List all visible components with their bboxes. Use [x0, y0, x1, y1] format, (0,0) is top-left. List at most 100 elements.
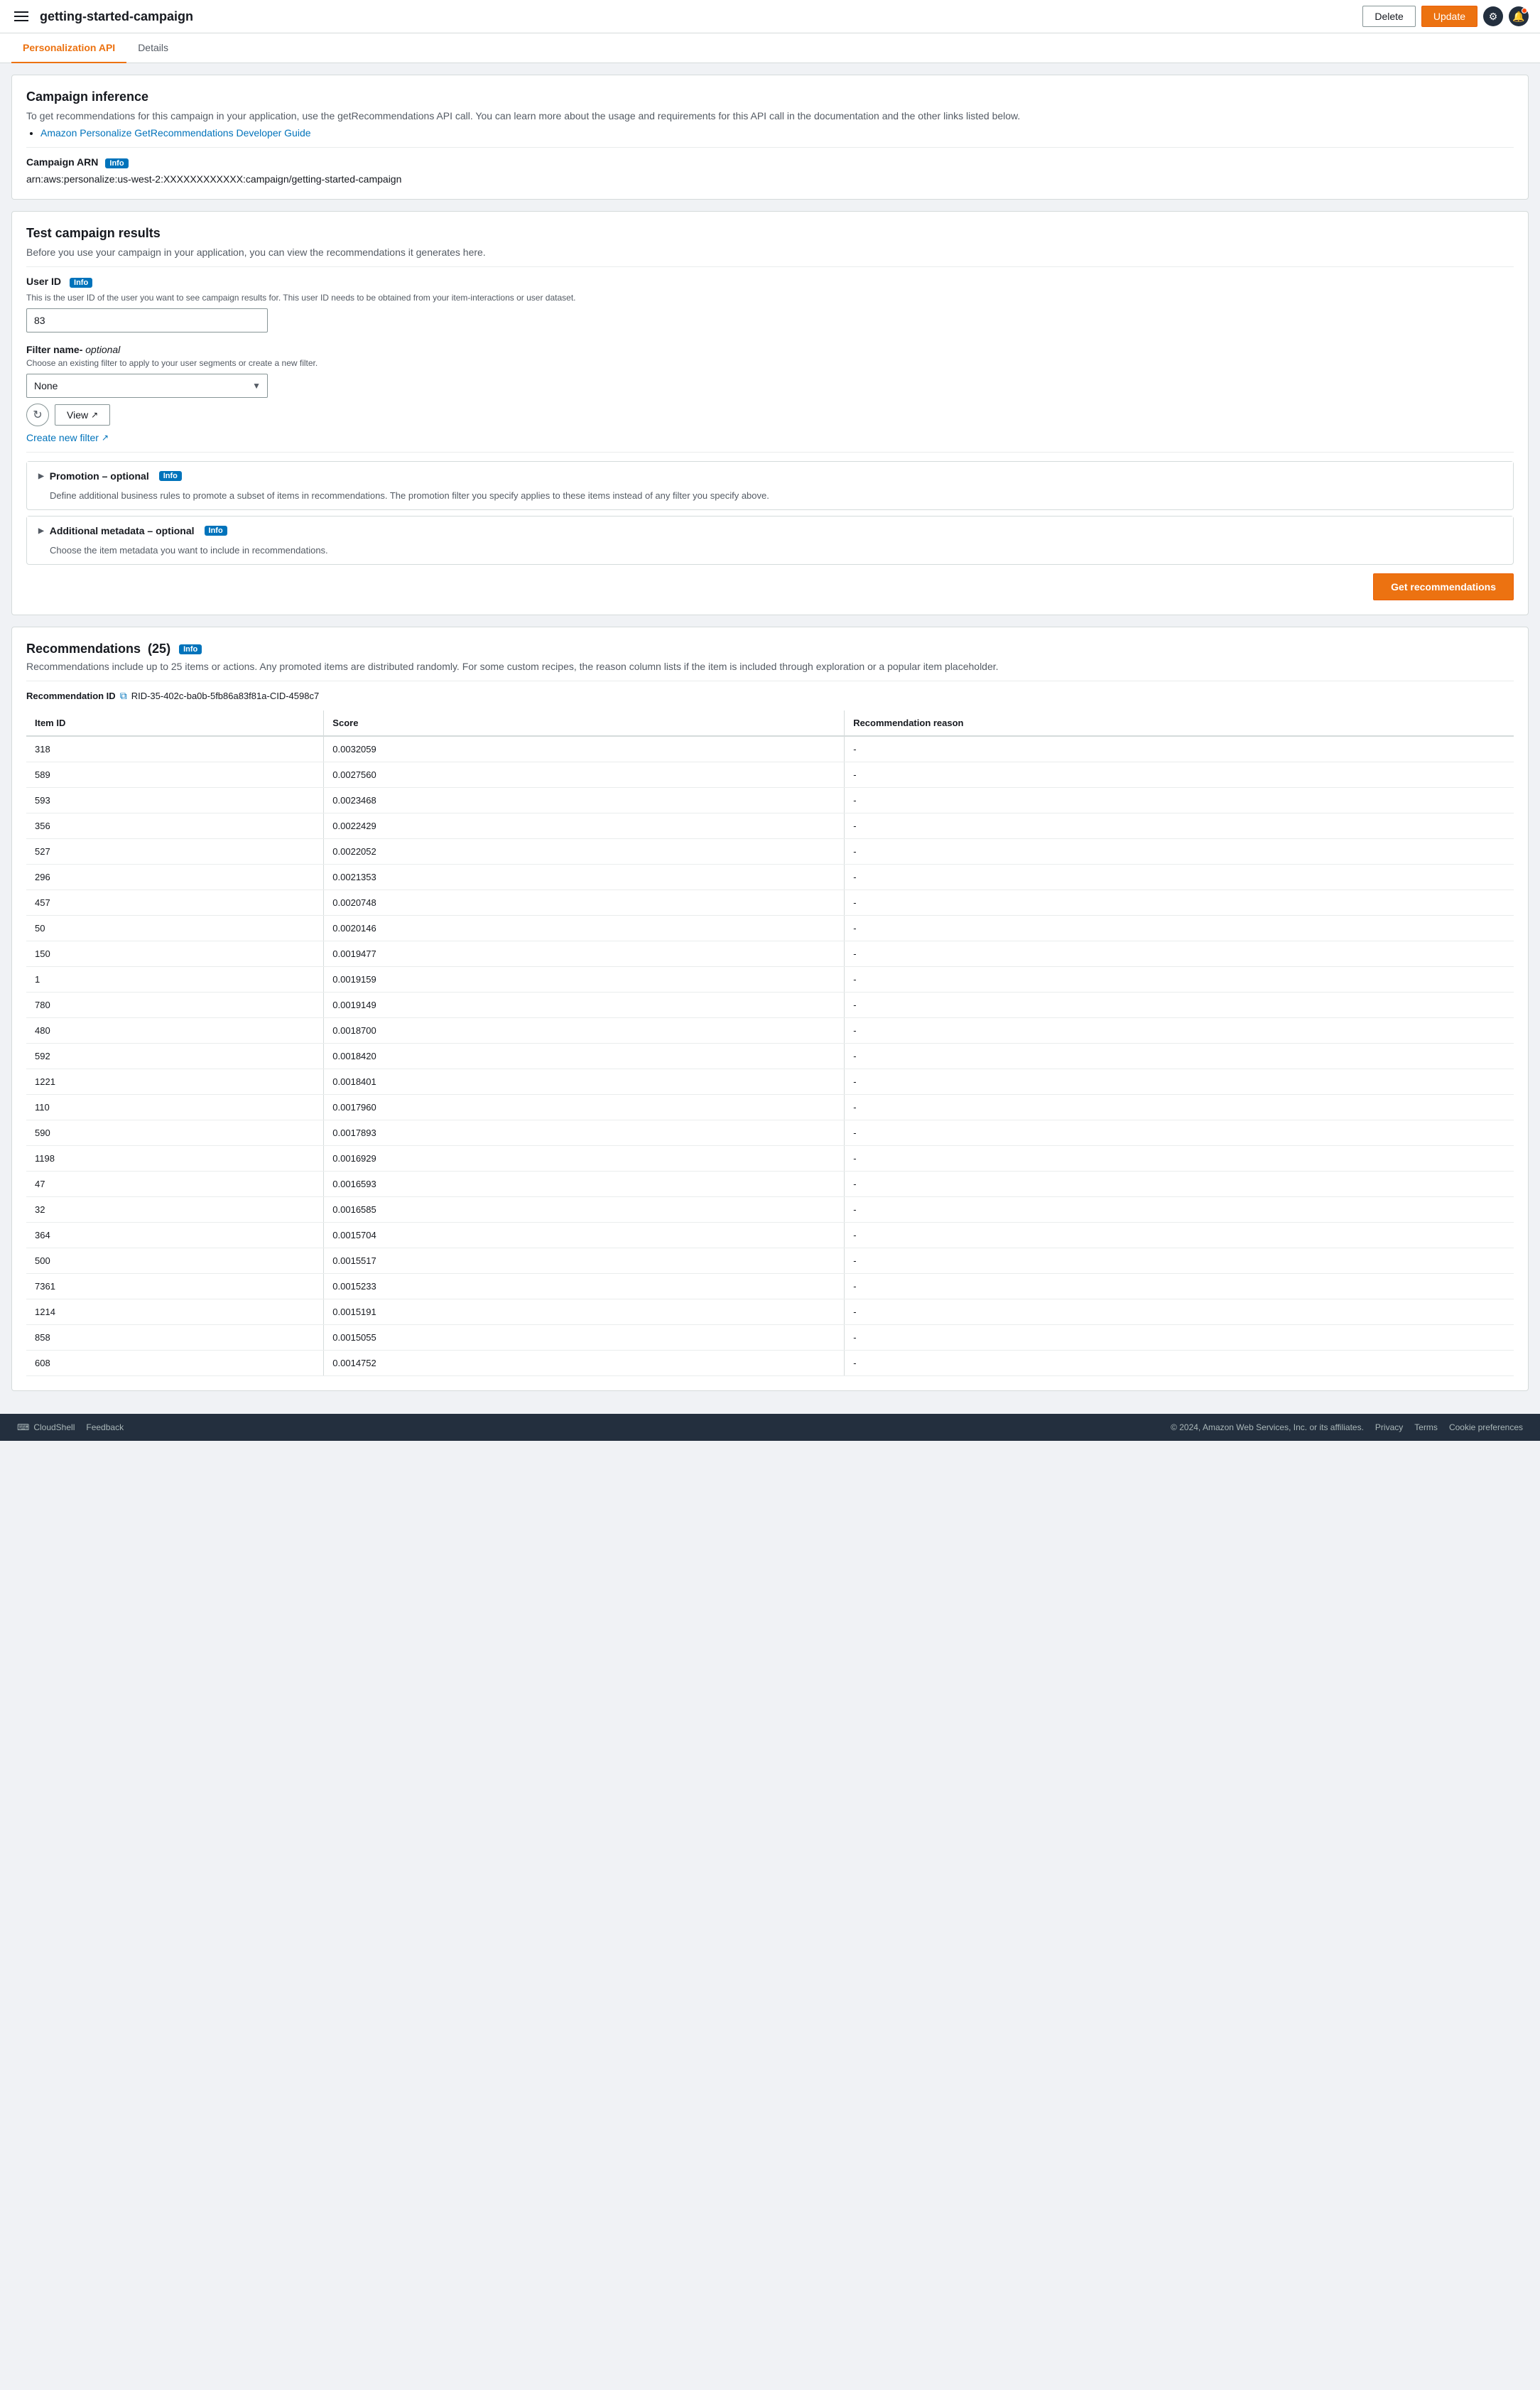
- filter-select[interactable]: None: [26, 374, 268, 398]
- table-row: 32 0.0016585 -: [26, 1197, 1514, 1223]
- table-row: 592 0.0018420 -: [26, 1044, 1514, 1069]
- user-id-label: User ID: [26, 276, 61, 287]
- arn-label: Campaign ARN: [26, 156, 98, 168]
- cell-item-id: 1214: [26, 1299, 324, 1325]
- promotion-expandable: ▶ Promotion – optional Info Define addit…: [26, 461, 1514, 510]
- cell-item-id: 1198: [26, 1146, 324, 1172]
- notification-icon[interactable]: 🔔: [1509, 6, 1529, 26]
- get-recommendations-button[interactable]: Get recommendations: [1373, 573, 1514, 600]
- cell-reason: -: [845, 1069, 1514, 1095]
- cell-item-id: 858: [26, 1325, 324, 1351]
- tab-personalization-api[interactable]: Personalization API: [11, 33, 126, 63]
- cell-item-id: 356: [26, 813, 324, 839]
- cell-reason: -: [845, 1274, 1514, 1299]
- user-id-input[interactable]: [26, 308, 268, 332]
- cell-item-id: 608: [26, 1351, 324, 1376]
- table-row: 110 0.0017960 -: [26, 1095, 1514, 1120]
- table-row: 1221 0.0018401 -: [26, 1069, 1514, 1095]
- cell-score: 0.0015704: [324, 1223, 845, 1248]
- cell-score: 0.0019149: [324, 993, 845, 1018]
- menu-icon[interactable]: [11, 9, 31, 24]
- copy-icon[interactable]: ⧉: [120, 690, 127, 702]
- external-link-icon-2: ↗: [102, 433, 109, 443]
- table-row: 589 0.0027560 -: [26, 762, 1514, 788]
- terms-link[interactable]: Terms: [1414, 1422, 1438, 1432]
- cell-score: 0.0027560: [324, 762, 845, 788]
- metadata-info-badge[interactable]: Info: [205, 526, 227, 536]
- cell-item-id: 7361: [26, 1274, 324, 1299]
- action-row: ↻ View ↗: [26, 404, 1514, 426]
- table-row: 50 0.0020146 -: [26, 916, 1514, 941]
- external-link-icon: ↗: [91, 410, 98, 420]
- cell-reason: -: [845, 1248, 1514, 1274]
- main-content: Campaign inference To get recommendation…: [0, 63, 1540, 1414]
- refresh-button[interactable]: ↻: [26, 404, 49, 426]
- cell-item-id: 110: [26, 1095, 324, 1120]
- promotion-header[interactable]: ▶ Promotion – optional Info: [27, 462, 1513, 490]
- table-row: 296 0.0021353 -: [26, 865, 1514, 890]
- table-row: 590 0.0017893 -: [26, 1120, 1514, 1146]
- cell-reason: -: [845, 1044, 1514, 1069]
- rec-id-label: Recommendation ID: [26, 691, 116, 701]
- tab-details[interactable]: Details: [126, 33, 180, 63]
- table-row: 780 0.0019149 -: [26, 993, 1514, 1018]
- promotion-arrow-icon: ▶: [38, 472, 44, 480]
- metadata-header[interactable]: ▶ Additional metadata – optional Info: [27, 517, 1513, 545]
- cell-score: 0.0016929: [324, 1146, 845, 1172]
- recommendations-title: Recommendations: [26, 642, 141, 656]
- tabs-bar: Personalization API Details: [0, 33, 1540, 63]
- recommendations-count: (25): [148, 642, 170, 656]
- cell-score: 0.0017893: [324, 1120, 845, 1146]
- page-title: getting-started-campaign: [40, 9, 193, 24]
- cell-score: 0.0023468: [324, 788, 845, 813]
- dev-guide-link[interactable]: Amazon Personalize GetRecommendations De…: [40, 127, 311, 139]
- cell-item-id: 364: [26, 1223, 324, 1248]
- cell-score: 0.0021353: [324, 865, 845, 890]
- user-id-info-badge[interactable]: Info: [70, 278, 92, 288]
- cell-item-id: 780: [26, 993, 324, 1018]
- table-row: 47 0.0016593 -: [26, 1172, 1514, 1197]
- table-row: 500 0.0015517 -: [26, 1248, 1514, 1274]
- arn-info-badge[interactable]: Info: [105, 158, 128, 168]
- update-button[interactable]: Update: [1421, 6, 1477, 27]
- footer-right: © 2024, Amazon Web Services, Inc. or its…: [1171, 1422, 1523, 1432]
- view-button[interactable]: View ↗: [55, 404, 110, 426]
- cell-item-id: 50: [26, 916, 324, 941]
- settings-icon[interactable]: ⚙: [1483, 6, 1503, 26]
- cell-reason: -: [845, 1197, 1514, 1223]
- table-row: 858 0.0015055 -: [26, 1325, 1514, 1351]
- table-row: 7361 0.0015233 -: [26, 1274, 1514, 1299]
- test-campaign-card: Test campaign results Before you use you…: [11, 211, 1529, 615]
- cell-reason: -: [845, 1299, 1514, 1325]
- cell-item-id: 589: [26, 762, 324, 788]
- cell-reason: -: [845, 1172, 1514, 1197]
- cell-reason: -: [845, 1120, 1514, 1146]
- cell-score: 0.0022052: [324, 839, 845, 865]
- table-row: 593 0.0023468 -: [26, 788, 1514, 813]
- cell-score: 0.0017960: [324, 1095, 845, 1120]
- cell-score: 0.0015517: [324, 1248, 845, 1274]
- cookie-link[interactable]: Cookie preferences: [1449, 1422, 1523, 1432]
- cell-score: 0.0015055: [324, 1325, 845, 1351]
- delete-button[interactable]: Delete: [1362, 6, 1415, 27]
- cell-reason: -: [845, 736, 1514, 762]
- cell-item-id: 480: [26, 1018, 324, 1044]
- cell-item-id: 527: [26, 839, 324, 865]
- cell-score: 0.0015233: [324, 1274, 845, 1299]
- cell-reason: -: [845, 1223, 1514, 1248]
- table-row: 608 0.0014752 -: [26, 1351, 1514, 1376]
- recommendations-info-badge[interactable]: Info: [179, 644, 202, 654]
- test-campaign-desc: Before you use your campaign in your app…: [26, 247, 1514, 258]
- cloudshell-button[interactable]: ⌨ CloudShell: [17, 1422, 75, 1432]
- cell-reason: -: [845, 839, 1514, 865]
- create-filter-link[interactable]: Create new filter ↗: [26, 432, 1514, 443]
- promotion-info-badge[interactable]: Info: [159, 471, 182, 481]
- promotion-body: Define additional business rules to prom…: [27, 490, 1513, 509]
- table-row: 457 0.0020748 -: [26, 890, 1514, 916]
- feedback-link[interactable]: Feedback: [86, 1422, 124, 1432]
- rec-id-row: Recommendation ID ⧉ RID-35-402c-ba0b-5fb…: [26, 690, 1514, 702]
- cell-reason: -: [845, 1325, 1514, 1351]
- footer-left: ⌨ CloudShell Feedback: [17, 1422, 124, 1432]
- privacy-link[interactable]: Privacy: [1375, 1422, 1403, 1432]
- cell-score: 0.0016593: [324, 1172, 845, 1197]
